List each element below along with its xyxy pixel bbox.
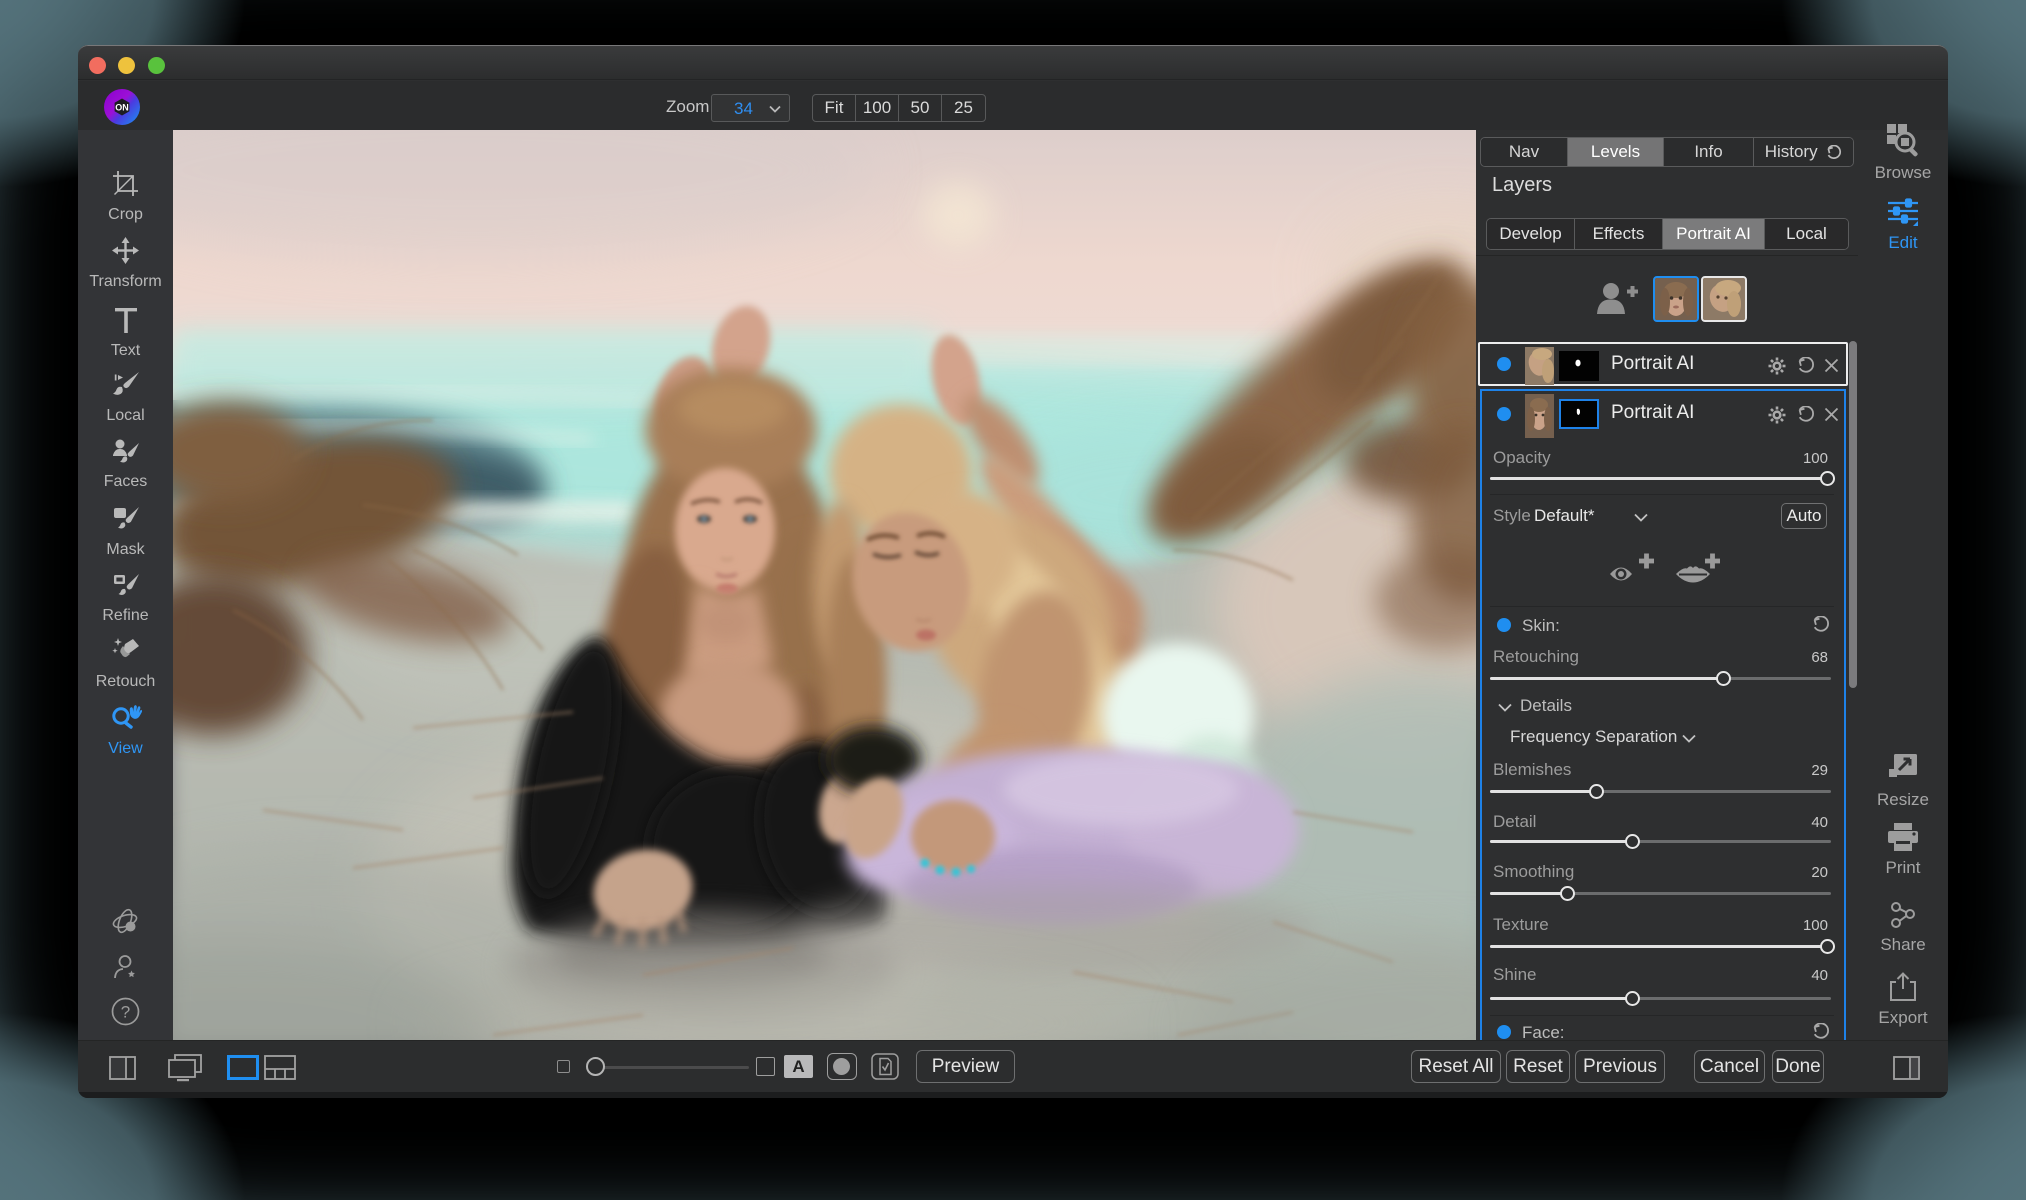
svg-text:?: ? — [121, 1003, 130, 1022]
svg-text:ON: ON — [115, 103, 129, 113]
